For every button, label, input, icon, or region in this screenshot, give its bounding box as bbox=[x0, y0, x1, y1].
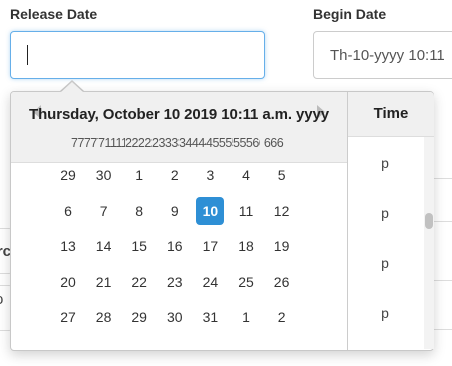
calendar-day[interactable]: 20 bbox=[54, 268, 82, 296]
calendar-day[interactable]: 25 bbox=[232, 268, 260, 296]
weekday-header: 666 bbox=[263, 136, 284, 150]
calendar-day[interactable]: 18 bbox=[232, 232, 260, 260]
weekday-header: 34444 bbox=[179, 136, 206, 150]
calendar-day[interactable]: 19 bbox=[268, 232, 296, 260]
begin-date-label: Begin Date bbox=[313, 6, 387, 22]
calendar-day[interactable]: 27 bbox=[54, 303, 82, 331]
calendar-day[interactable]: 8 bbox=[125, 197, 153, 225]
selected-day[interactable]: 10 bbox=[196, 196, 225, 225]
calendar-day[interactable]: 1 bbox=[232, 303, 260, 331]
time-option[interactable]: p bbox=[348, 155, 422, 171]
calendar-day[interactable]: 4 bbox=[232, 161, 260, 189]
time-option[interactable]: p bbox=[348, 305, 422, 321]
time-scrollbar[interactable] bbox=[424, 137, 434, 349]
begin-date-input[interactable]: Th-10-yyyy 10:11 bbox=[313, 31, 452, 79]
calendar-day[interactable]: 6 bbox=[54, 197, 82, 225]
calendar-day[interactable]: 16 bbox=[161, 232, 189, 260]
calendar-day[interactable]: 29 bbox=[54, 161, 82, 189]
month-header: Thursday, October 10 2019 10:11 a.m. yyy… bbox=[11, 92, 347, 163]
calendar-day[interactable]: 30 bbox=[90, 161, 118, 189]
weekday-header: 71111 bbox=[98, 136, 125, 150]
calendar-day[interactable]: 17 bbox=[196, 232, 224, 260]
calendar-day[interactable]: 13 bbox=[54, 232, 82, 260]
calendar-day[interactable]: 26 bbox=[268, 268, 296, 296]
time-list[interactable]: p p p p bbox=[348, 137, 434, 349]
calendar-day[interactable]: 15 bbox=[125, 232, 153, 260]
weekday-header: 45555 bbox=[206, 136, 233, 150]
begin-date-value: Th-10-yyyy 10:11 bbox=[330, 46, 445, 64]
calendar-day[interactable]: 23 bbox=[161, 268, 189, 296]
text-caret bbox=[27, 45, 28, 65]
calendar-day[interactable]: 12 bbox=[268, 197, 296, 225]
weekday-header: 22222 bbox=[125, 136, 152, 150]
calendar-day[interactable]: 22 bbox=[125, 268, 153, 296]
calendar-day[interactable]: 24 bbox=[196, 268, 224, 296]
time-panel: Time p p p p bbox=[347, 92, 434, 350]
month-title: Thursday, October 10 2019 10:11 a.m. yyy… bbox=[29, 106, 329, 123]
calendar-day[interactable]: 1 bbox=[125, 161, 153, 189]
weekday-header: 23333 bbox=[152, 136, 179, 150]
weekday-header: 55566 bbox=[233, 136, 260, 150]
calendar-day[interactable]: 30 bbox=[161, 303, 189, 331]
calendar-day[interactable]: 3 bbox=[196, 161, 224, 189]
calendar-day[interactable]: 2 bbox=[268, 303, 296, 331]
calendar-day[interactable]: 5 bbox=[268, 161, 296, 189]
datepicker-popup: Thursday, October 10 2019 10:11 a.m. yyy… bbox=[10, 91, 434, 351]
calendar-day[interactable]: 29 bbox=[125, 303, 153, 331]
calendar-day[interactable]: 11 bbox=[232, 197, 260, 225]
calendar-day[interactable]: 2 bbox=[161, 161, 189, 189]
calendar-day[interactable]: 31 bbox=[196, 303, 224, 331]
calendar-day[interactable]: 14 bbox=[90, 232, 118, 260]
picker-pointer-fill bbox=[61, 82, 83, 92]
calendar-day[interactable]: 28 bbox=[90, 303, 118, 331]
time-option[interactable]: p bbox=[348, 205, 422, 221]
calendar-day[interactable]: 9 bbox=[161, 197, 189, 225]
release-date-label: Release Date bbox=[10, 6, 98, 22]
release-date-input[interactable] bbox=[10, 31, 265, 79]
month-panel: Thursday, October 10 2019 10:11 a.m. yyy… bbox=[11, 92, 347, 350]
time-option[interactable]: p bbox=[348, 255, 422, 271]
calendar-day[interactable]: 7 bbox=[90, 197, 118, 225]
weekday-header-row: 77777711112222223333344444555555566666 bbox=[11, 136, 347, 154]
time-scrollbar-thumb[interactable] bbox=[425, 213, 433, 229]
weekday-header: 77777 bbox=[71, 136, 98, 150]
time-header: Time bbox=[348, 92, 434, 137]
calendar-day[interactable]: 21 bbox=[90, 268, 118, 296]
